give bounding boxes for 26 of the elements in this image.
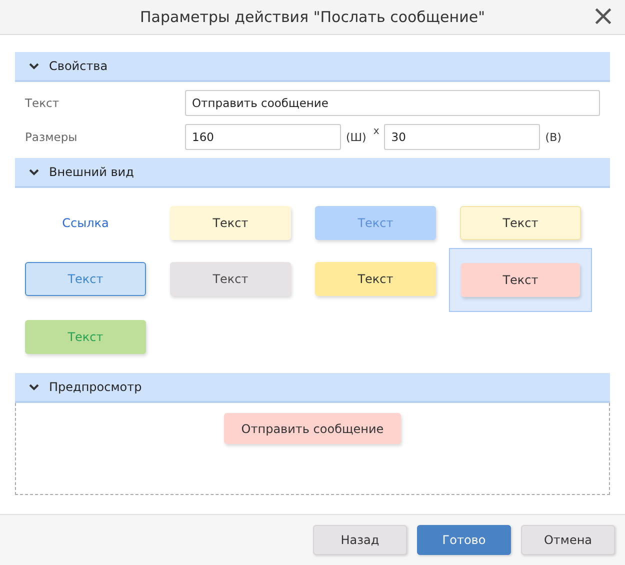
dialog-button[interactable]: Отмена	[521, 525, 615, 555]
dialog-button[interactable]: Назад	[313, 525, 407, 555]
input-field[interactable]: 160	[185, 124, 341, 150]
field-label: Размеры	[25, 130, 78, 144]
button-style-option[interactable]: Текст	[315, 262, 436, 296]
close-button[interactable]: ×	[588, 2, 619, 30]
chevron-icon	[29, 383, 39, 391]
section-header[interactable]: Внешний вид	[15, 158, 610, 188]
button-style-option[interactable]: Текст	[170, 206, 291, 240]
window-title: Параметры действия "Послать сообщение"	[140, 8, 485, 26]
dialog-button[interactable]: Готово	[417, 525, 511, 555]
times-sign: x	[373, 126, 380, 137]
button-style-option[interactable]: Текст	[461, 263, 580, 297]
unit-label: (В)	[545, 130, 562, 144]
section-header[interactable]: Свойства	[15, 52, 610, 82]
button-style-option[interactable]: Текст	[170, 262, 291, 296]
field-label: Текст	[25, 96, 60, 110]
chevron-icon	[29, 62, 39, 70]
unit-label: (Ш)	[346, 130, 366, 144]
button-style-option[interactable]: Текст	[460, 206, 581, 240]
chevron-icon	[29, 168, 39, 176]
input-field[interactable]: Отправить сообщение	[185, 90, 600, 116]
link-style-option[interactable]: Ссылка	[25, 206, 146, 240]
preview-button[interactable]: Отправить сообщение	[224, 413, 401, 444]
section-header[interactable]: Предпросмотр	[15, 373, 610, 403]
input-field[interactable]: 30	[384, 124, 540, 150]
